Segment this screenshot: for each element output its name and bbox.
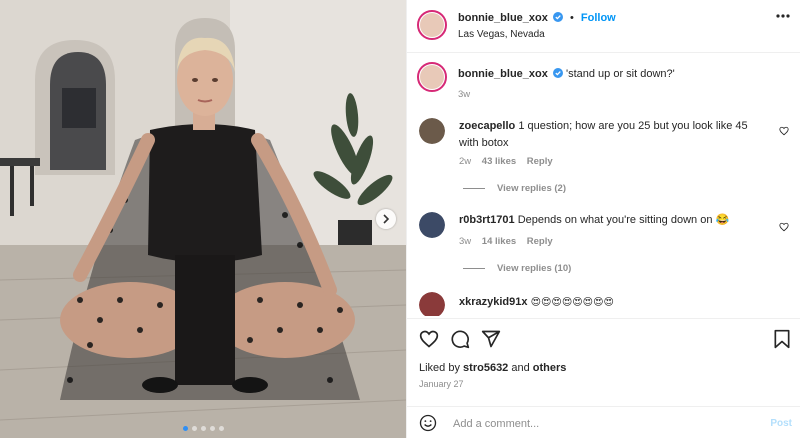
comment-like-icon[interactable] xyxy=(779,126,789,136)
caption-age: 3w xyxy=(458,89,471,100)
emoji-icon[interactable] xyxy=(419,414,437,432)
comment-body: r0b3rt1701 Depends on what you're sittin… xyxy=(459,212,759,229)
author-username[interactable]: bonnie_blue_xox xyxy=(458,12,548,24)
view-replies-label: View replies (10) xyxy=(497,263,572,274)
comment-item: r0b3rt1701 Depends on what you're sittin… xyxy=(419,212,789,252)
comment-text: Depends on what you're sitting down on 😂 xyxy=(517,214,730,226)
carousel-dot xyxy=(182,426,188,431)
liked-others[interactable]: others xyxy=(533,362,567,374)
liked-and: and xyxy=(511,362,530,374)
post-header: bonnie_blue_xox • Follow Las Vegas, Neva… xyxy=(407,0,800,53)
view-replies-label: View replies (2) xyxy=(497,183,566,194)
follow-button[interactable]: Follow xyxy=(581,12,616,24)
comment-age: 3w xyxy=(459,236,472,247)
replies-divider xyxy=(463,188,485,189)
comment-likes[interactable]: 43 likes xyxy=(482,156,516,167)
heart-icon[interactable] xyxy=(419,329,439,349)
comment-text: 😍😍😍😍😍😍😍😍 xyxy=(530,297,614,308)
liked-by: Liked by stro5632 and others xyxy=(419,362,566,374)
comment-item: zoecapello 1 question; how are you 25 bu… xyxy=(419,118,789,178)
caption-avatar[interactable] xyxy=(417,62,447,92)
verified-badge-icon xyxy=(552,68,563,78)
share-icon[interactable] xyxy=(481,329,501,349)
carousel-dot xyxy=(191,426,197,431)
author-avatar[interactable] xyxy=(417,10,447,40)
verified-badge-icon xyxy=(552,12,563,22)
commenter-avatar[interactable] xyxy=(419,292,445,316)
actions-divider xyxy=(407,318,800,319)
view-replies-button[interactable]: View replies (2) xyxy=(463,183,566,194)
add-comment-bar: Post xyxy=(407,406,800,439)
post-caption: bonnie_blue_xox 'stand up or sit down?' xyxy=(458,68,675,80)
carousel-indicator xyxy=(0,426,406,431)
more-options-icon[interactable] xyxy=(776,14,790,18)
caption-text: 'stand up or sit down?' xyxy=(565,68,675,80)
bookmark-icon[interactable] xyxy=(773,329,791,349)
comment-like-icon[interactable] xyxy=(779,222,789,232)
comment-body: zoecapello 1 question; how are you 25 bu… xyxy=(459,118,759,152)
comment-item: xkrazykid91x 😍😍😍😍😍😍😍😍 xyxy=(419,292,789,316)
liked-prefix: Liked by xyxy=(419,362,460,374)
comment-likes[interactable]: 14 likes xyxy=(482,236,516,247)
separator-dot: • xyxy=(569,12,574,24)
post-media[interactable] xyxy=(0,0,406,438)
commenter-avatar[interactable] xyxy=(419,212,445,238)
carousel-dot xyxy=(209,426,215,431)
reply-button[interactable]: Reply xyxy=(527,156,553,167)
reply-button[interactable]: Reply xyxy=(527,236,553,247)
caption-username[interactable]: bonnie_blue_xox xyxy=(458,68,548,80)
comment-username[interactable]: zoecapello xyxy=(459,120,515,132)
comment-username[interactable]: r0b3rt1701 xyxy=(459,214,515,226)
post-photo xyxy=(0,0,406,438)
replies-divider xyxy=(463,268,485,269)
carousel-dot xyxy=(200,426,206,431)
instagram-post: bonnie_blue_xox • Follow Las Vegas, Neva… xyxy=(0,0,800,438)
post-sidebar: bonnie_blue_xox • Follow Las Vegas, Neva… xyxy=(406,0,800,438)
comment-input[interactable] xyxy=(451,413,755,435)
liked-user[interactable]: stro5632 xyxy=(463,362,508,374)
author-line: bonnie_blue_xox • Follow xyxy=(458,12,616,24)
comment-body: xkrazykid91x 😍😍😍😍😍😍😍😍 xyxy=(459,294,759,311)
post-location[interactable]: Las Vegas, Nevada xyxy=(458,29,545,40)
post-actions xyxy=(419,329,791,351)
comment-meta: 3w 14 likes Reply xyxy=(459,236,553,247)
comment-icon[interactable] xyxy=(450,329,470,349)
carousel-next-button[interactable] xyxy=(376,209,396,229)
carousel-dot xyxy=(218,426,224,431)
post-date[interactable]: January 27 xyxy=(419,379,464,389)
comment-age: 2w xyxy=(459,156,472,167)
view-replies-button[interactable]: View replies (10) xyxy=(463,263,571,274)
comment-username[interactable]: xkrazykid91x xyxy=(459,296,528,308)
post-comment-button[interactable]: Post xyxy=(770,418,792,429)
chevron-right-icon xyxy=(383,214,390,224)
commenter-avatar[interactable] xyxy=(419,118,445,144)
comment-meta: 2w 43 likes Reply xyxy=(459,156,553,167)
